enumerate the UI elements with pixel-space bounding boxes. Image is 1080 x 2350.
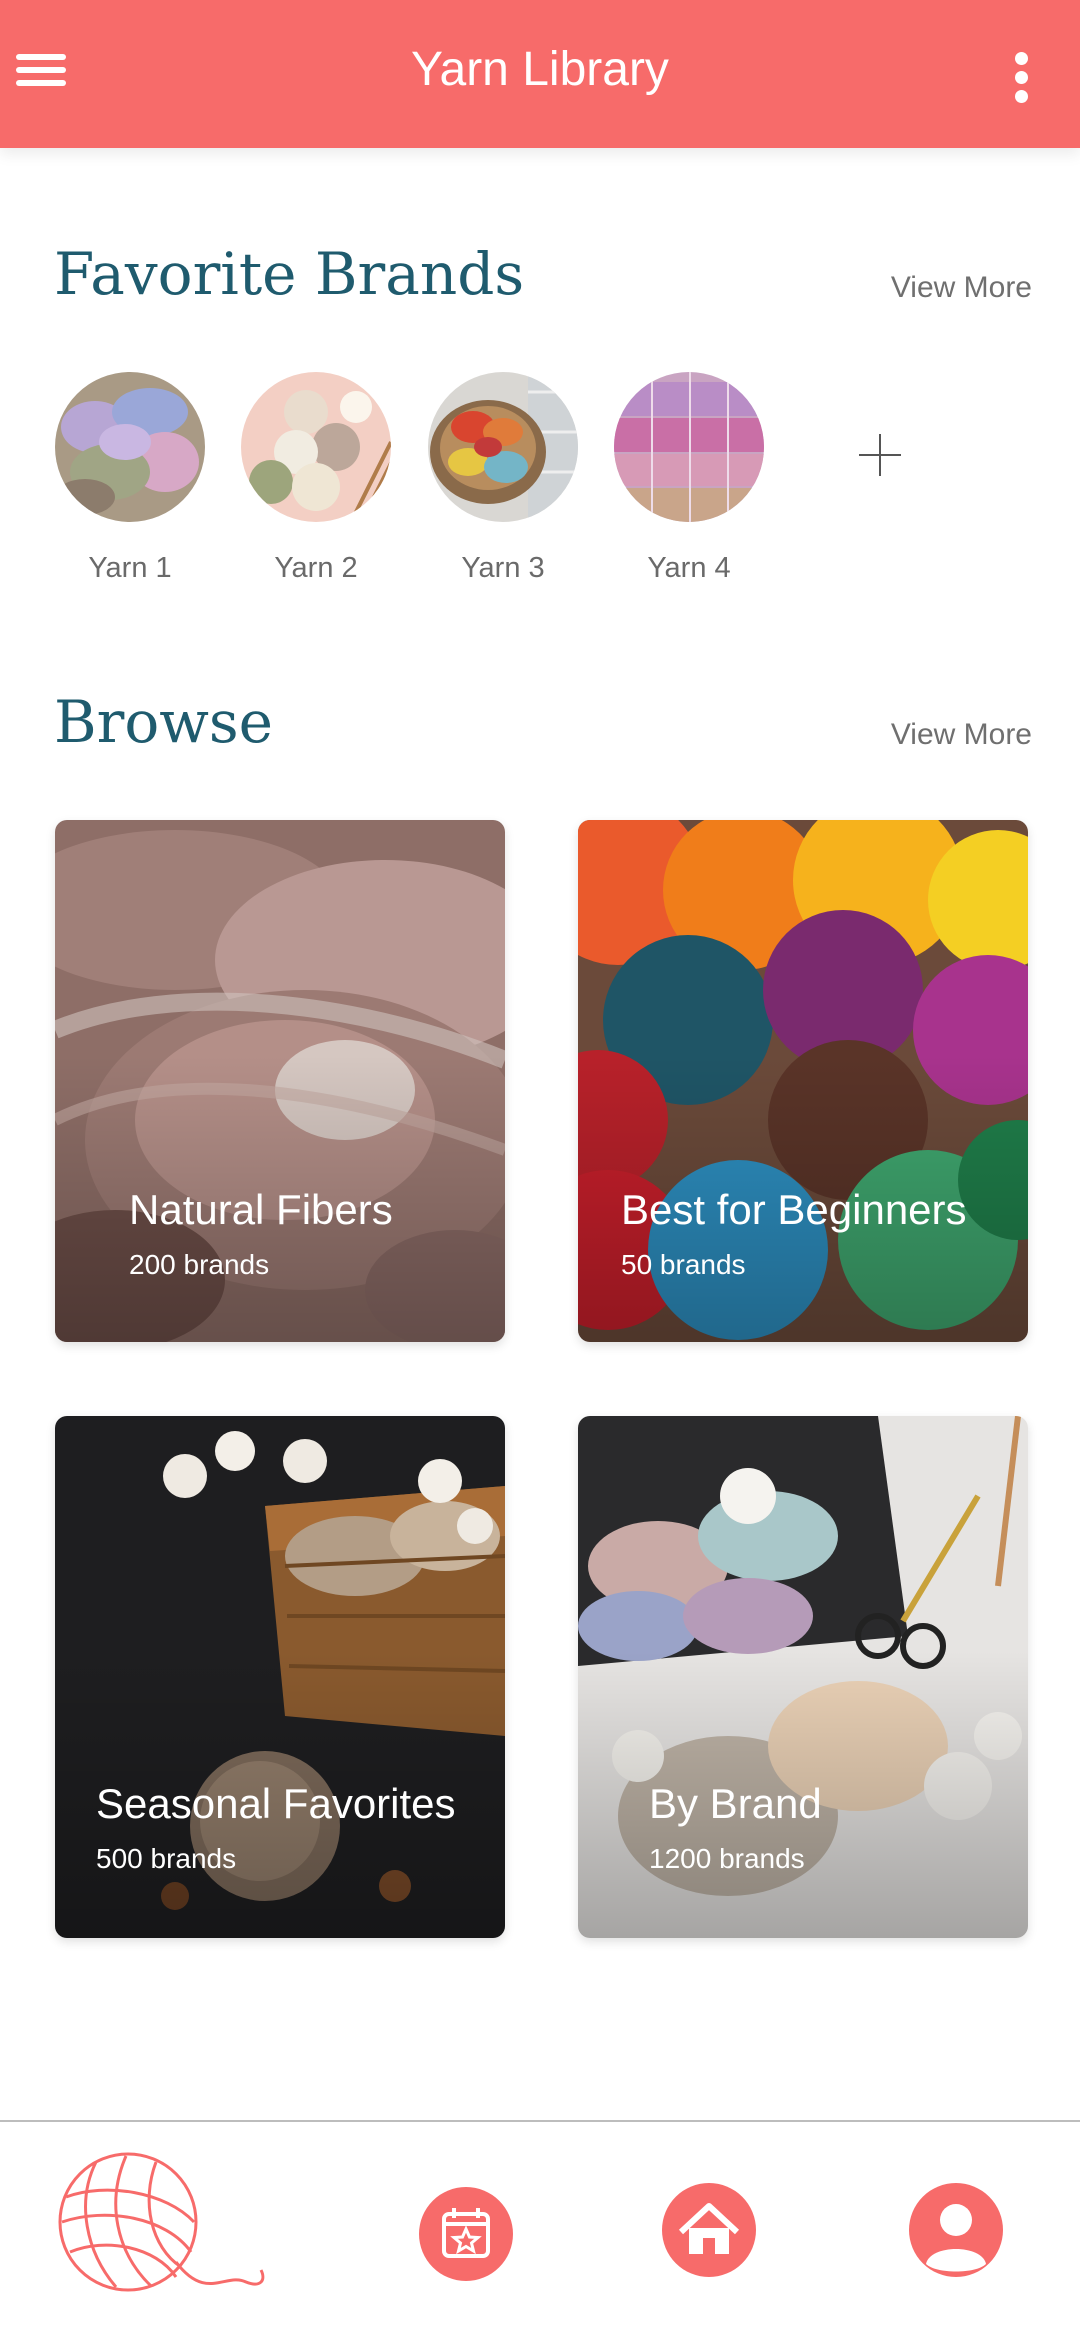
brand-label: Yarn 2 <box>274 552 358 584</box>
card-subtitle: 500 brands <box>96 1843 237 1874</box>
browse-card-natural-fibers[interactable]: Natural Fibers 200 brands <box>55 820 505 1342</box>
plus-icon[interactable] <box>855 430 905 480</box>
browse-title: Browse <box>54 688 274 756</box>
brand-item-yarn-1[interactable]: Yarn 1 <box>55 372 205 586</box>
browse-card-seasonal-favorites[interactable]: Seasonal Favorites 500 brands <box>55 1416 505 1938</box>
vertical-dots-icon[interactable] <box>1002 50 1042 104</box>
browse-view-more-link[interactable]: View More <box>891 715 1032 755</box>
card-subtitle: 200 brands <box>129 1249 270 1280</box>
profile-icon[interactable] <box>908 2182 1004 2283</box>
browse-card-best-for-beginners[interactable]: Best for Beginners 50 brands <box>578 820 1028 1342</box>
yarn-ball-icon[interactable] <box>56 2152 276 2302</box>
brand-label: Yarn 4 <box>647 552 731 584</box>
brand-item-yarn-4[interactable]: Yarn 4 <box>614 372 764 586</box>
brand-label: Yarn 3 <box>461 552 545 584</box>
home-icon[interactable] <box>661 2182 757 2283</box>
brand-avatar-yarn-4 <box>614 372 764 522</box>
brand-avatar-yarn-1 <box>55 372 205 522</box>
brand-avatar-yarn-2 <box>241 372 391 522</box>
page-title: Yarn Library <box>411 43 669 96</box>
card-title: Natural Fibers <box>129 1186 393 1233</box>
app-bar: Yarn Library <box>0 0 1080 148</box>
card-subtitle: 50 brands <box>621 1249 746 1280</box>
brand-item-yarn-3[interactable]: Yarn 3 <box>428 372 578 586</box>
favorite-brands-view-more-link[interactable]: View More <box>891 268 1032 308</box>
card-title: Seasonal Favorites <box>96 1780 456 1827</box>
brand-avatar-yarn-3 <box>428 372 578 522</box>
brand-item-yarn-2[interactable]: Yarn 2 <box>241 372 391 586</box>
brand-label: Yarn 1 <box>88 552 172 584</box>
card-title: By Brand <box>649 1780 822 1827</box>
calendar-star-icon[interactable] <box>418 2186 514 2287</box>
browse-card-by-brand[interactable]: By Brand 1200 brands <box>578 1416 1028 1938</box>
card-title: Best for Beginners <box>621 1186 967 1233</box>
favorite-brands-title: Favorite Brands <box>54 240 525 308</box>
bottom-nav <box>0 2122 1080 2350</box>
card-subtitle: 1200 brands <box>649 1843 805 1874</box>
